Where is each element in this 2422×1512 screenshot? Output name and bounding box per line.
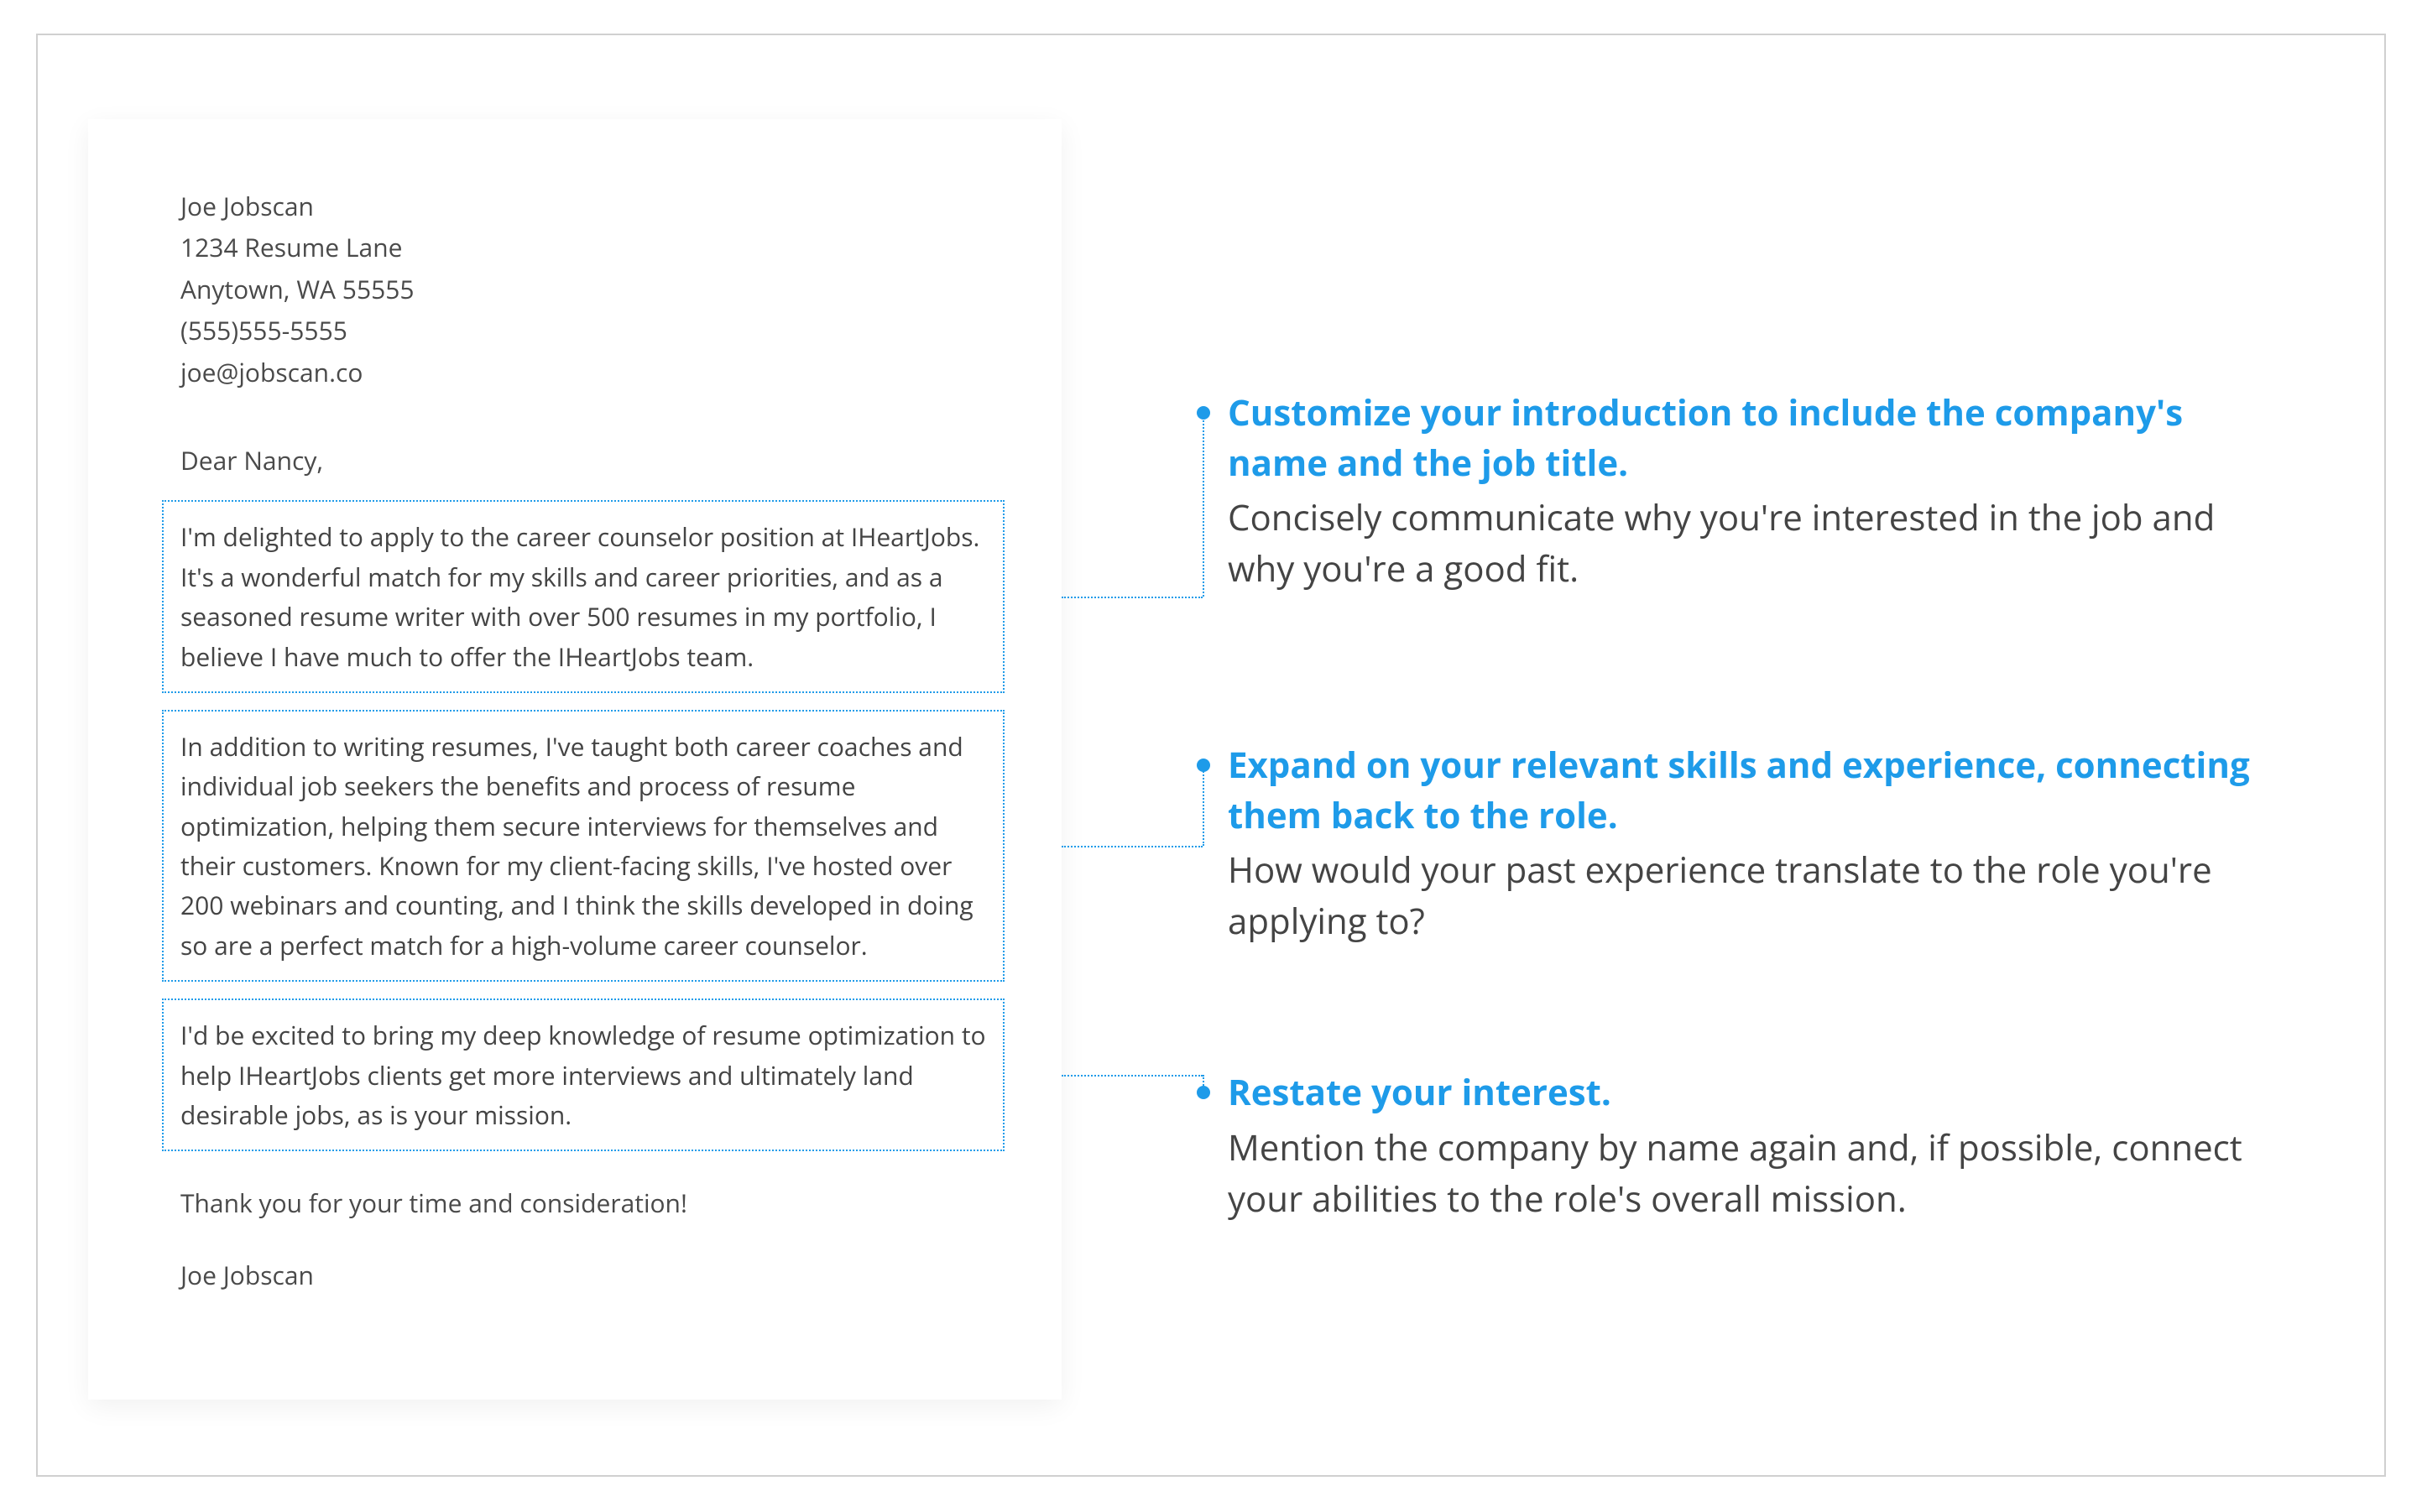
sender-street: 1234 Resume Lane — [180, 227, 986, 267]
sender-name: Joe Jobscan — [180, 186, 986, 226]
sender-email: joe@jobscan.co — [180, 352, 986, 392]
annotation-title: Expand on your relevant skills and exper… — [1228, 740, 2260, 840]
annotation-title: Customize your introduction to include t… — [1228, 388, 2260, 487]
connector-line-2 — [1062, 765, 1204, 846]
annotation-body: Concisely communicate why you're interes… — [1228, 493, 2260, 595]
connector-line-3 — [1062, 1075, 1204, 1092]
signoff-name: Joe Jobscan — [180, 1255, 986, 1295]
annotation-intro: Customize your introduction to include t… — [1228, 388, 2260, 595]
annotations-column: Customize your introduction to include t… — [1204, 119, 2334, 1400]
connector-column — [1062, 119, 1204, 1400]
annotation-skills: Expand on your relevant skills and exper… — [1228, 740, 2260, 947]
document-frame: Joe Jobscan 1234 Resume Lane Anytown, WA… — [36, 34, 2386, 1477]
sender-citystate: Anytown, WA 55555 — [180, 269, 986, 309]
skills-paragraph-box: In addition to writing resumes, I've tau… — [162, 710, 1005, 982]
annotation-body: Mention the company by name again and, i… — [1228, 1123, 2260, 1225]
address-block: Joe Jobscan 1234 Resume Lane Anytown, WA… — [180, 186, 986, 392]
annotation-title: Restate your interest. — [1228, 1067, 2260, 1118]
cover-letter-card: Joe Jobscan 1234 Resume Lane Anytown, WA… — [88, 119, 1062, 1400]
sender-phone: (555)555-5555 — [180, 310, 986, 350]
interest-paragraph-box: I'd be excited to bring my deep knowledg… — [162, 998, 1005, 1151]
bullet-icon — [1197, 1086, 1210, 1099]
salutation: Dear Nancy, — [180, 441, 986, 480]
connector-line-1 — [1062, 413, 1204, 597]
intro-paragraph-text: I'm delighted to apply to the career cou… — [180, 519, 979, 673]
annotation-interest: Restate your interest. Mention the compa… — [1228, 1067, 2260, 1224]
intro-paragraph-box: I'm delighted to apply to the career cou… — [162, 500, 1005, 693]
thanks-line: Thank you for your time and consideratio… — [180, 1183, 986, 1223]
content-row: Joe Jobscan 1234 Resume Lane Anytown, WA… — [88, 119, 2334, 1400]
skills-paragraph-text: In addition to writing resumes, I've tau… — [180, 729, 973, 962]
annotation-body: How would your past experience translate… — [1228, 845, 2260, 947]
interest-paragraph-text: I'd be excited to bring my deep knowledg… — [180, 1018, 986, 1132]
bullet-icon — [1197, 759, 1210, 772]
bullet-icon — [1197, 406, 1210, 420]
